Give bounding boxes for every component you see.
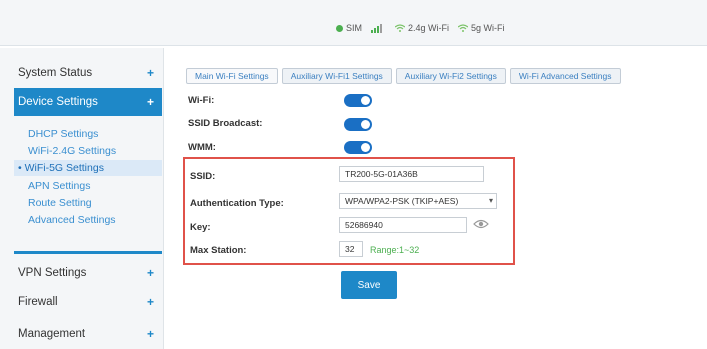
tab-main-wifi-settings[interactable]: Main Wi-Fi Settings [186, 68, 278, 84]
sidebar-item-dhcp-settings[interactable]: DHCP Settings [14, 126, 162, 142]
connection-status-group: SIM 2.4g Wi-Fi 5g Wi-Fi [336, 23, 514, 33]
wifi-5g-label: 5g Wi-Fi [471, 23, 505, 33]
max-station-label: Max Station: [190, 245, 247, 256]
top-status-bar: SIM 2.4g Wi-Fi 5g Wi-Fi [0, 0, 707, 46]
key-label: Key: [190, 222, 211, 233]
eye-icon[interactable] [473, 218, 489, 230]
menu-system-status[interactable]: System Status + [14, 59, 162, 87]
sidebar-item-wifi-24g-settings[interactable]: WiFi-2.4G Settings [14, 143, 162, 159]
wifi-5g-status: 5g Wi-Fi [458, 23, 505, 33]
expand-icon: + [146, 327, 154, 341]
sidebar-item-wifi-5g-label: WiFi-5G Settings [24, 162, 104, 174]
expand-icon: + [146, 66, 154, 80]
sidebar-item-advanced-settings[interactable]: Advanced Settings [14, 212, 162, 228]
menu-management[interactable]: Management + [14, 320, 162, 348]
max-station-input[interactable]: 32 [339, 241, 363, 257]
menu-divider [14, 251, 162, 254]
signal-strength [371, 23, 386, 33]
authentication-type-label: Authentication Type: [190, 198, 284, 209]
tab-auxiliary-wifi2-settings[interactable]: Auxiliary Wi-Fi2 Settings [395, 68, 506, 84]
settings-tabs: Main Wi-Fi Settings Auxiliary Wi-Fi1 Set… [186, 68, 625, 84]
sim-status-label: SIM [346, 23, 363, 33]
menu-firewall-label: Firewall [18, 296, 58, 308]
save-button[interactable]: Save [341, 271, 397, 299]
authentication-type-value: WPA/WPA2-PSK (TKIP+AES) [345, 196, 459, 206]
wifi-icon [395, 24, 406, 32]
sim-status: SIM [336, 23, 362, 33]
tab-auxiliary-wifi1-settings[interactable]: Auxiliary Wi-Fi1 Settings [281, 68, 392, 84]
wifi-24g-label: 2.4g Wi-Fi [408, 23, 450, 33]
wifi-icon [458, 24, 469, 32]
menu-system-status-label: System Status [18, 67, 93, 79]
max-station-range: Range:1~32 [370, 245, 420, 255]
sidebar-item-wifi-5g-settings[interactable]: • WiFi-5G Settings [14, 160, 162, 176]
expand-icon: + [146, 295, 154, 309]
signal-strength-icon [371, 23, 383, 33]
menu-firewall[interactable]: Firewall + [14, 288, 162, 316]
sidebar-item-route-setting[interactable]: Route Setting [14, 195, 162, 211]
tab-wifi-advanced-settings[interactable]: Wi-Fi Advanced Settings [509, 68, 621, 84]
wmm-toggle[interactable] [344, 141, 372, 154]
key-input[interactable]: 52686940 [339, 217, 467, 233]
menu-device-settings[interactable]: Device Settings + [14, 88, 162, 116]
authentication-type-select[interactable]: WPA/WPA2-PSK (TKIP+AES) ▾ [339, 193, 497, 209]
wifi-24g-status: 2.4g Wi-Fi [395, 23, 449, 33]
sidebar: System Status + Device Settings + DHCP S… [0, 48, 164, 349]
wifi-toggle[interactable] [344, 94, 372, 107]
ssid-label: SSID: [190, 171, 216, 182]
menu-management-label: Management [18, 328, 86, 340]
menu-vpn-settings-label: VPN Settings [18, 267, 87, 279]
menu-device-settings-label: Device Settings [18, 96, 98, 108]
ssid-broadcast-toggle[interactable] [344, 118, 372, 131]
ssid-input[interactable]: TR200-5G-01A36B [339, 166, 484, 182]
expand-icon: + [146, 95, 154, 109]
ssid-broadcast-label: SSID Broadcast: [188, 118, 263, 129]
sidebar-item-apn-settings[interactable]: APN Settings [14, 178, 162, 194]
chevron-down-icon: ▾ [488, 196, 493, 205]
wmm-label: WMM: [188, 142, 216, 153]
wifi-label: Wi-Fi: [188, 95, 215, 106]
menu-vpn-settings[interactable]: VPN Settings + [14, 259, 162, 287]
expand-icon: + [146, 266, 154, 280]
sim-status-icon [336, 24, 343, 32]
